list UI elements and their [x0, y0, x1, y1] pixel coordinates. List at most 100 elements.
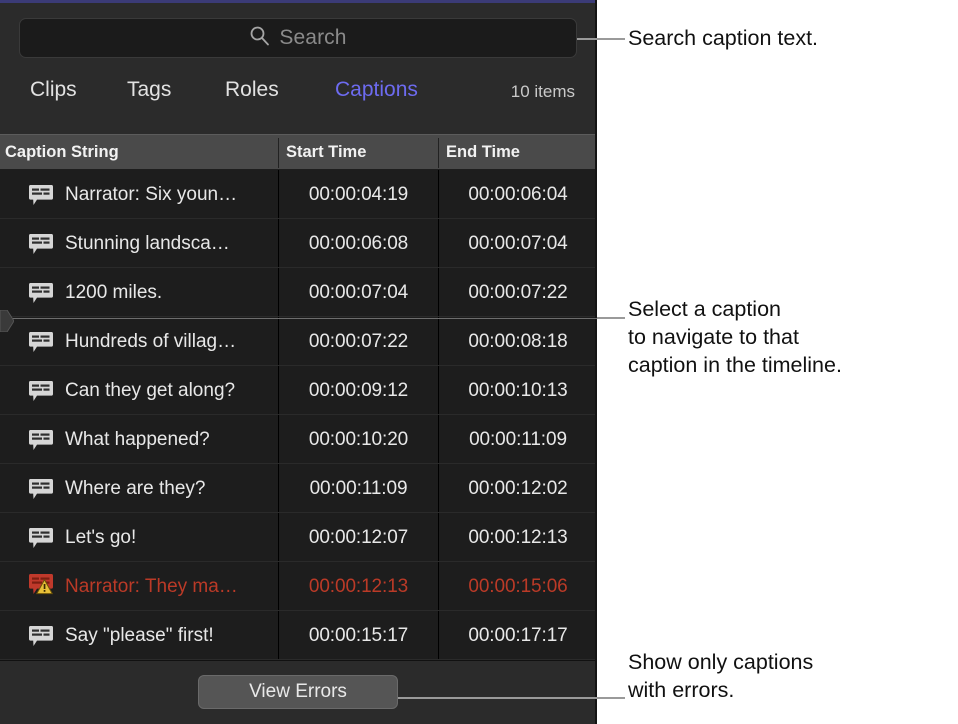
cell-end-time[interactable]: 00:00:12:02	[439, 464, 597, 513]
table-row[interactable]: 1200 miles. 00:00:07:04 00:00:07:22	[0, 268, 597, 317]
caption-bubble-icon	[28, 331, 54, 353]
cell-start-time[interactable]: 00:00:11:09	[279, 464, 438, 513]
column-divider[interactable]	[438, 138, 439, 168]
end-time-text: 00:00:08:18	[468, 331, 567, 353]
table-row[interactable]: Can they get along? 00:00:09:12 00:00:10…	[0, 366, 597, 415]
playhead-marker-handle[interactable]	[0, 310, 14, 332]
cell-end-time[interactable]: 00:00:07:22	[439, 268, 597, 317]
leader-line-search	[597, 38, 625, 40]
end-time-text: 00:00:06:04	[468, 184, 567, 206]
leader-line-select	[597, 317, 625, 319]
start-time-text: 00:00:07:04	[309, 282, 408, 304]
end-time-text: 00:00:17:17	[468, 625, 567, 647]
caption-index-panel: Search Clips Tags Roles Captions 10 item…	[0, 0, 597, 724]
caption-string-text: Narrator: Six youn…	[65, 184, 237, 206]
cell-start-time[interactable]: 00:00:12:13	[279, 562, 438, 611]
cell-start-time[interactable]: 00:00:10:20	[279, 415, 438, 464]
table-row[interactable]: Let's go! 00:00:12:07 00:00:12:13	[0, 513, 597, 562]
caption-bubble-icon	[28, 233, 54, 255]
cell-caption-string[interactable]: Hundreds of villag…	[0, 317, 278, 366]
cell-caption-string[interactable]: What happened?	[0, 415, 278, 464]
caption-string-text: Stunning landsca…	[65, 233, 230, 255]
tab-tags[interactable]: Tags	[127, 78, 171, 102]
cell-start-time[interactable]: 00:00:12:07	[279, 513, 438, 562]
annotation-callouts: Search caption text. Select a caption to…	[597, 0, 958, 724]
cell-end-time[interactable]: 00:00:15:06	[439, 562, 597, 611]
caption-string-text: Let's go!	[65, 527, 136, 549]
caption-error-warning-icon	[28, 573, 54, 600]
caption-bubble-icon	[28, 184, 54, 206]
column-header-start-time[interactable]: Start Time	[286, 143, 366, 162]
cell-end-time[interactable]: 00:00:07:04	[439, 219, 597, 268]
start-time-text: 00:00:12:07	[309, 527, 408, 549]
tab-roles[interactable]: Roles	[225, 78, 279, 102]
cell-end-time[interactable]: 00:00:11:09	[439, 415, 597, 464]
end-time-text: 00:00:12:13	[468, 527, 567, 549]
cell-end-time[interactable]: 00:00:06:04	[439, 170, 597, 219]
cell-caption-string[interactable]: Can they get along?	[0, 366, 278, 415]
table-row[interactable]: Say "please" first! 00:00:15:17 00:00:17…	[0, 611, 597, 660]
end-time-text: 00:00:07:04	[468, 233, 567, 255]
cell-start-time[interactable]: 00:00:04:19	[279, 170, 438, 219]
index-tab-strip: Clips Tags Roles Captions 10 items	[0, 70, 597, 120]
leader-line-view-errors-inner	[398, 697, 597, 699]
cell-start-time[interactable]: 00:00:09:12	[279, 366, 438, 415]
cell-start-time[interactable]: 00:00:07:22	[279, 317, 438, 366]
caption-string-text: 1200 miles.	[65, 282, 162, 304]
start-time-text: 00:00:15:17	[309, 625, 408, 647]
view-errors-label: View Errors	[249, 681, 347, 703]
cell-caption-string[interactable]: Let's go!	[0, 513, 278, 562]
cell-start-time[interactable]: 00:00:07:04	[279, 268, 438, 317]
cell-start-time[interactable]: 00:00:15:17	[279, 611, 438, 660]
start-time-text: 00:00:07:22	[309, 331, 408, 353]
view-errors-button[interactable]: View Errors	[198, 675, 398, 709]
caption-table-body: Narrator: Six youn… 00:00:04:19 00:00:06…	[0, 170, 597, 660]
end-time-text: 00:00:10:13	[468, 380, 567, 402]
table-row[interactable]: Narrator: They ma… 00:00:12:13 00:00:15:…	[0, 562, 597, 611]
cell-caption-string[interactable]: Stunning landsca…	[0, 219, 278, 268]
caption-bubble-icon	[28, 527, 54, 549]
search-placeholder: Search	[279, 26, 346, 50]
table-row[interactable]: Hundreds of villag… 00:00:07:22 00:00:08…	[0, 317, 597, 366]
search-icon	[249, 25, 270, 51]
table-row[interactable]: Stunning landsca… 00:00:06:08 00:00:07:0…	[0, 219, 597, 268]
caption-string-text: Can they get along?	[65, 380, 235, 402]
end-time-text: 00:00:07:22	[468, 282, 567, 304]
leader-line-view-errors	[597, 697, 625, 699]
table-row[interactable]: What happened? 00:00:10:20 00:00:11:09	[0, 415, 597, 464]
search-row: Search	[0, 3, 597, 61]
caption-string-text: Say "please" first!	[65, 625, 214, 647]
cell-end-time[interactable]: 00:00:10:13	[439, 366, 597, 415]
search-input[interactable]: Search	[19, 18, 577, 58]
cell-end-time[interactable]: 00:00:08:18	[439, 317, 597, 366]
table-row[interactable]: Where are they? 00:00:11:09 00:00:12:02	[0, 464, 597, 513]
tab-clips[interactable]: Clips	[30, 78, 77, 102]
cell-caption-string[interactable]: Say "please" first!	[0, 611, 278, 660]
caption-bubble-icon	[28, 478, 54, 500]
start-time-text: 00:00:09:12	[309, 380, 408, 402]
caption-bubble-icon	[28, 282, 54, 304]
column-divider[interactable]	[278, 138, 279, 168]
end-time-text: 00:00:11:09	[469, 429, 567, 451]
cell-caption-string[interactable]: Narrator: They ma…	[0, 562, 278, 611]
tab-captions[interactable]: Captions	[335, 78, 418, 102]
column-header-end-time[interactable]: End Time	[446, 143, 520, 162]
column-header-caption-string[interactable]: Caption String	[5, 143, 119, 162]
table-column-header: Caption String Start Time End Time	[0, 134, 597, 170]
cell-caption-string[interactable]: 1200 miles.	[0, 268, 278, 317]
table-row[interactable]: Narrator: Six youn… 00:00:04:19 00:00:06…	[0, 170, 597, 219]
end-time-text: 00:00:15:06	[468, 576, 567, 598]
cell-caption-string[interactable]: Where are they?	[0, 464, 278, 513]
caption-string-text: Where are they?	[65, 478, 205, 500]
cell-end-time[interactable]: 00:00:12:13	[439, 513, 597, 562]
end-time-text: 00:00:12:02	[468, 478, 567, 500]
start-time-text: 00:00:10:20	[309, 429, 408, 451]
start-time-text: 00:00:06:08	[309, 233, 408, 255]
cell-end-time[interactable]: 00:00:17:17	[439, 611, 597, 660]
cell-caption-string[interactable]: Narrator: Six youn…	[0, 170, 278, 219]
leader-line-search-inner	[577, 38, 597, 40]
cell-start-time[interactable]: 00:00:06:08	[279, 219, 438, 268]
caption-string-text: What happened?	[65, 429, 210, 451]
callout-select-a-caption: Select a caption to navigate to that cap…	[628, 295, 842, 379]
start-time-text: 00:00:12:13	[309, 576, 408, 598]
